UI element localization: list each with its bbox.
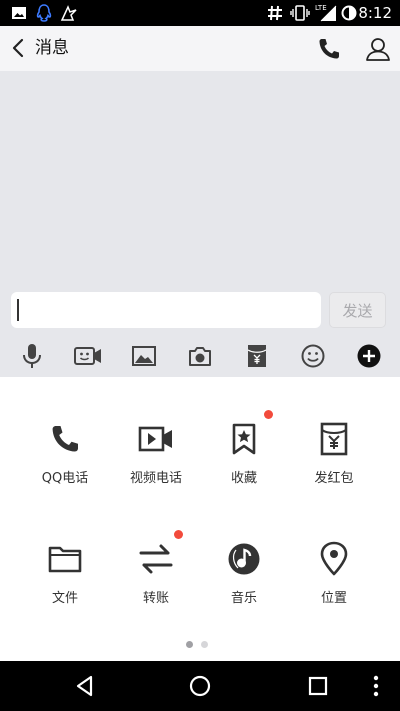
panel-item-label: 转账 — [142, 591, 169, 606]
clock: 8:12 — [358, 4, 392, 22]
panel-item-qq-call[interactable]: QQ电话 — [25, 421, 105, 511]
bookmark-star-icon — [226, 421, 262, 457]
panel-item-video-call[interactable]: 视频电话 — [116, 421, 196, 511]
badge-dot — [174, 530, 183, 539]
phone-icon — [47, 421, 83, 457]
home-circle-icon[interactable] — [187, 673, 213, 699]
text-caret — [17, 299, 19, 321]
panel-item-label: 文件 — [51, 591, 78, 606]
more-icon[interactable] — [366, 673, 386, 699]
panel-item-label: 视频电话 — [129, 471, 182, 486]
location-icon — [316, 541, 352, 577]
phone-icon[interactable] — [316, 36, 342, 62]
feature-panel: QQ电话 视频电话 收藏 发红包 文件 转账 音乐 位置 — [0, 377, 400, 661]
panel-item-label: 收藏 — [230, 471, 257, 486]
red-packet-icon[interactable] — [242, 342, 272, 370]
hash-icon — [266, 3, 284, 23]
image-icon — [10, 3, 28, 23]
recents-square-icon[interactable] — [305, 673, 331, 699]
vibrate-icon — [290, 3, 310, 23]
status-bar: LTE 8:12 — [0, 0, 400, 26]
panel-item-label: 位置 — [320, 591, 347, 606]
navigation-bar — [0, 661, 400, 711]
panel-item-file[interactable]: 文件 — [25, 541, 105, 631]
music-icon — [226, 541, 262, 577]
camera-icon[interactable] — [185, 342, 215, 370]
badge-dot — [264, 410, 273, 419]
video-message-icon[interactable] — [72, 342, 104, 370]
red-packet-icon — [316, 421, 352, 457]
panel-item-red-packet[interactable]: 发红包 — [294, 421, 374, 511]
panel-item-label: QQ电话 — [41, 471, 89, 486]
panel-item-label: 音乐 — [230, 591, 257, 606]
message-list[interactable] — [0, 71, 400, 292]
emoji-icon[interactable] — [298, 342, 328, 370]
qq-icon — [34, 3, 54, 23]
page-title[interactable]: 消息 — [35, 36, 69, 60]
notification-icon — [58, 3, 80, 23]
panel-item-transfer[interactable]: 转账 — [116, 541, 196, 631]
folder-icon — [47, 541, 83, 577]
microphone-icon[interactable] — [17, 342, 47, 370]
panel-item-label: 发红包 — [314, 471, 354, 486]
transfer-icon — [138, 541, 174, 577]
page-indicator — [186, 641, 216, 649]
network-label: LTE — [315, 4, 327, 12]
chevron-left-icon[interactable] — [8, 36, 30, 60]
send-button[interactable]: 发送 — [329, 292, 386, 328]
plus-icon[interactable] — [354, 342, 384, 370]
panel-item-music[interactable]: 音乐 — [204, 541, 284, 631]
page-dot-active — [186, 641, 193, 648]
message-input[interactable] — [11, 292, 321, 328]
panel-item-location[interactable]: 位置 — [294, 541, 374, 631]
image-icon[interactable] — [129, 342, 159, 370]
panel-item-favorites[interactable]: 收藏 — [204, 421, 284, 511]
back-triangle-icon[interactable] — [72, 673, 98, 699]
title-bar: 消息 — [0, 26, 400, 71]
person-icon[interactable] — [364, 35, 392, 63]
page-dot — [201, 641, 208, 648]
battery-icon — [340, 3, 358, 23]
input-toolbar — [0, 333, 400, 377]
video-call-icon — [138, 421, 174, 457]
composer: 发送 — [0, 292, 400, 330]
